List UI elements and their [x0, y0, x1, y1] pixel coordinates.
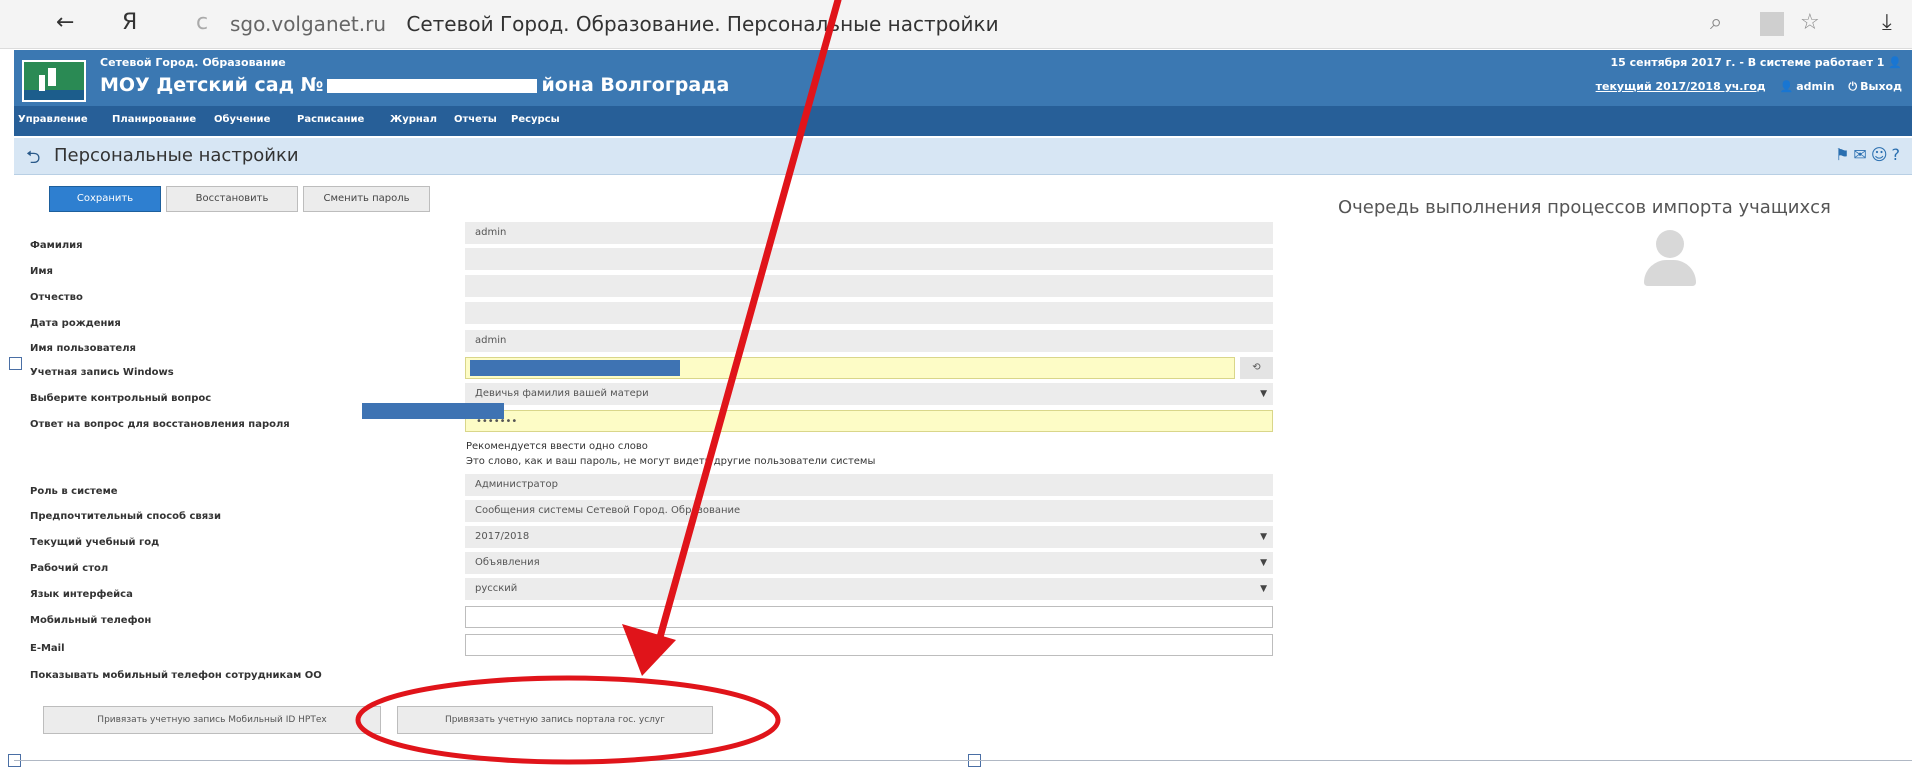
red-arrow-head: [622, 624, 676, 676]
red-annotation-overlay: [355, 0, 842, 765]
red-arrow-line: [653, 0, 842, 652]
red-ellipse: [355, 675, 781, 765]
